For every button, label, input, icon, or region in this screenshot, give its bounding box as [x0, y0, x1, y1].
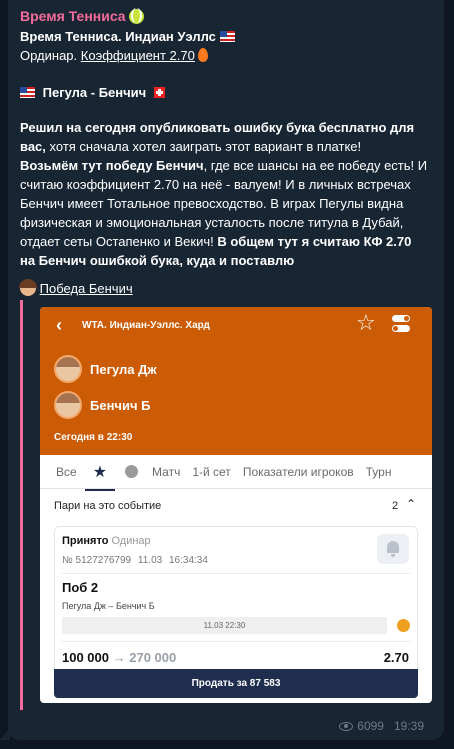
views-count: 6099: [357, 719, 384, 733]
tennis-ball-icon: [397, 619, 410, 632]
bet-type-line: Ординар. Коэффициент 2.70: [20, 46, 209, 65]
tournament-title: WTA. Индиан-Уэллс. Хард: [82, 320, 210, 331]
bubble-tail: [0, 728, 10, 740]
divider: [62, 641, 410, 642]
bet-payout: 270 000: [129, 650, 177, 665]
message-title-text: Время Тенниса. Индиан Уэллс: [20, 29, 216, 44]
bookmaker-screenshot[interactable]: ‹ WTA. Индиан-Уэллс. Хард ☆ Пегула Дж Бе…: [40, 307, 432, 703]
match-line-text: Пегула - Бенчич: [42, 85, 147, 100]
settings-toggle-icon[interactable]: [392, 315, 410, 333]
bet-match: Пегула Дж – Бенчич Б: [62, 601, 155, 611]
tab-tennis-ball-icon[interactable]: [125, 465, 139, 478]
event-date: 11.03 22:30: [62, 617, 387, 634]
us-flag-icon: [219, 31, 235, 42]
fire-icon: [198, 48, 209, 62]
message-bubble: Время Тенниса Время Тенниса. Индиан Уэлл…: [8, 0, 444, 740]
us-flag-icon: [20, 87, 35, 98]
tab-player-stats[interactable]: Показатели игроков: [237, 465, 360, 479]
bet-stake: 100 000: [62, 650, 109, 665]
tennis-ball-icon: [129, 8, 145, 24]
bet-time: 16:34:34: [168, 555, 208, 566]
eye-icon: [339, 721, 354, 731]
channel-name-text[interactable]: Время Тенниса: [20, 8, 126, 24]
player-row-2: Бенчич Б: [54, 391, 150, 419]
divider: [62, 573, 410, 574]
message-time: 19:39: [393, 719, 424, 733]
bet-amounts: 100 000 → 270 000: [62, 650, 176, 665]
pick-link[interactable]: Победа Бенчич: [40, 281, 133, 296]
bet-number-row: № 5127276799 11.03 16:34:34: [62, 555, 208, 566]
section-count: 2: [392, 500, 399, 512]
message-title: Время Тенниса. Индиан Уэллс: [20, 27, 235, 46]
start-time: Сегодня в 22:30: [54, 432, 133, 443]
body-p1-rest: хотя сначала хотел заиграть этот вариант…: [45, 139, 362, 154]
body-p2-bold: Возьмём тут победу Бенчич: [20, 158, 204, 173]
bet-pick: Поб 2: [62, 580, 99, 595]
tab-first-set[interactable]: 1-й сет: [186, 465, 236, 479]
match-line: Пегула - Бенчич: [20, 83, 165, 102]
coef-link[interactable]: Коэффициент 2.70: [81, 48, 195, 63]
bet-number: № 5127276799: [62, 555, 132, 566]
bets-section-header[interactable]: Пари на это событие 2 ⌃: [40, 490, 432, 522]
message-body: Решил на сегодня опубликовать ошибку бук…: [20, 118, 430, 270]
match-header: ‹ WTA. Индиан-Уэллс. Хард ☆ Пегула Дж Бе…: [40, 307, 432, 455]
market-tabs: Все ★ Матч 1-й сет Показатели игроков Ту…: [40, 455, 432, 491]
tennis-player-icon: [19, 279, 37, 296]
bet-card[interactable]: Принято Одинар № 5127276799 11.03 16:34:…: [54, 526, 418, 681]
bet-type: Одинар: [111, 535, 151, 547]
bet-date: 11.03: [137, 555, 163, 566]
message-meta: 6099 19:39: [339, 719, 424, 733]
player1-avatar: [54, 355, 82, 383]
sell-button[interactable]: Продать за 87 583: [54, 669, 418, 698]
tab-match[interactable]: Матч: [146, 465, 186, 479]
player2-name: Бенчич Б: [90, 397, 151, 413]
arrow-right-icon: →: [112, 650, 126, 665]
chevron-up-icon[interactable]: ⌃: [406, 497, 416, 511]
tab-tournament[interactable]: Турн: [360, 465, 398, 479]
bet-coef: 2.70: [383, 650, 409, 665]
screenshot-preview[interactable]: ‹ WTA. Индиан-Уэллс. Хард ☆ Пегула Дж Бе…: [20, 300, 442, 710]
bet-type-text: Ординар.: [20, 48, 78, 63]
swiss-flag-icon: [153, 87, 165, 98]
player1-name: Пегула Дж: [90, 361, 157, 377]
bell-icon[interactable]: [377, 534, 409, 564]
bet-status: Принято Одинар: [62, 535, 151, 547]
pick-line: Победа Бенчич: [19, 279, 133, 298]
player-row-1: Пегула Дж: [54, 355, 157, 383]
back-arrow-icon[interactable]: ‹: [56, 315, 62, 336]
bet-status-text: Принято: [62, 535, 109, 547]
player2-avatar: [54, 391, 82, 419]
channel-name[interactable]: Время Тенниса: [20, 8, 145, 24]
tab-all[interactable]: Все: [40, 465, 83, 479]
tab-favorites-star-icon[interactable]: ★: [83, 462, 117, 491]
section-title: Пари на это событие: [54, 500, 162, 512]
favorite-star-icon[interactable]: ☆: [356, 310, 376, 336]
